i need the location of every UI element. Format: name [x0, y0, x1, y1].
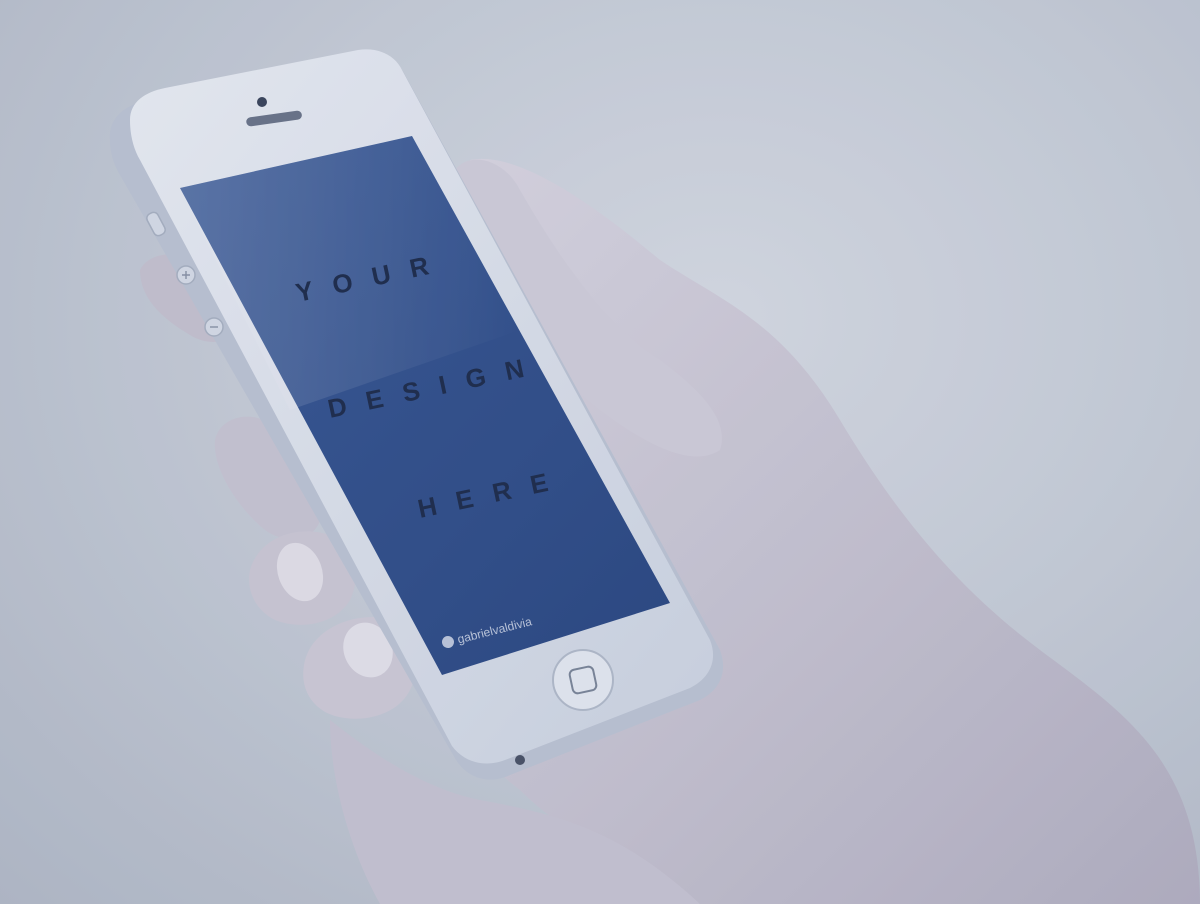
headphone-jack: [515, 755, 525, 765]
photo-scene: YOUR DESIGN HERE gabrielvaldivia: [0, 0, 1200, 904]
hand-holding-phone-photo: [109, 49, 1200, 904]
front-camera-icon: [257, 97, 267, 107]
home-button[interactable]: [552, 649, 614, 711]
